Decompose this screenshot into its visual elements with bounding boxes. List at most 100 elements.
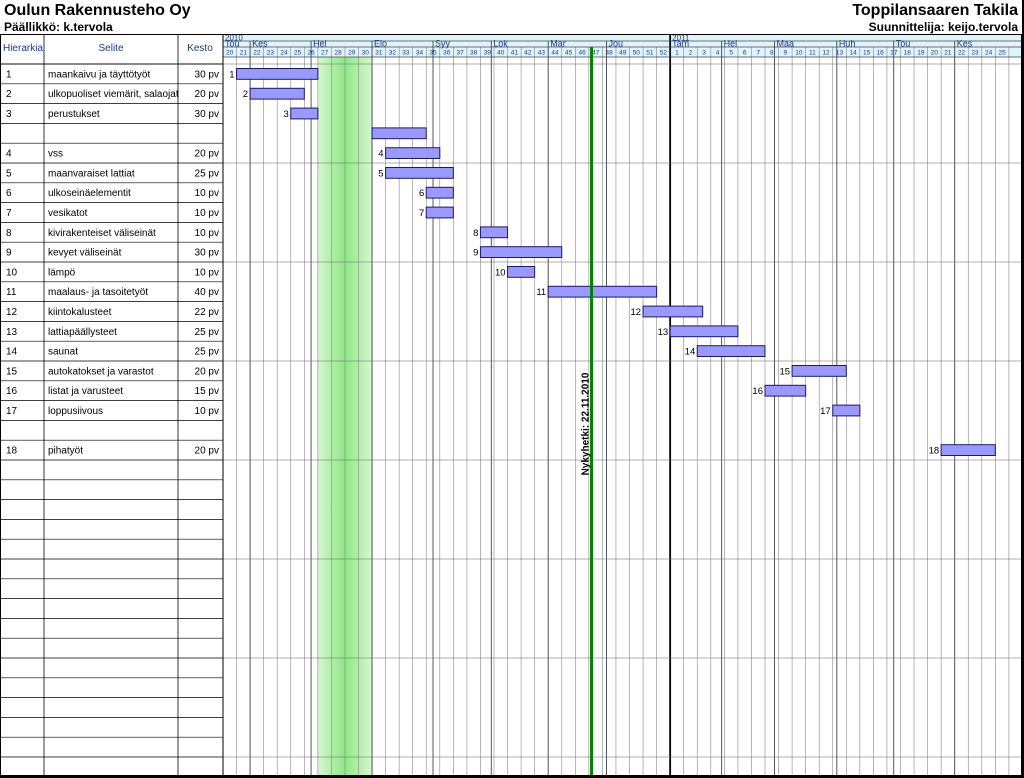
week-label: 13 [836, 50, 844, 57]
task-hierarchy: 4 [6, 149, 12, 160]
task-duration: 20 pv [195, 149, 219, 160]
task-hierarchy: 5 [6, 168, 12, 179]
task-bar-label: 12 [630, 307, 641, 318]
task-name: maankaivu ja täyttötyöt [48, 69, 150, 80]
task-bar-label: 3 [283, 109, 288, 120]
task-name: vesikatot [48, 208, 88, 219]
week-label: 24 [985, 50, 993, 57]
task-name: lattiapäällysteet [48, 327, 117, 338]
task-duration: 10 pv [195, 406, 219, 417]
task-bar [249, 87, 305, 100]
task-name: pihatyöt [48, 446, 83, 457]
week-label: 43 [538, 50, 546, 57]
week-label: 45 [565, 50, 573, 57]
task-hierarchy: 1 [6, 69, 12, 80]
week-label: 47 [592, 50, 600, 57]
week-label: 46 [578, 50, 586, 57]
week-label: 29 [348, 50, 356, 57]
week-label: 39 [484, 50, 492, 57]
week-label: 51 [646, 50, 654, 57]
week-label: 25 [294, 50, 302, 57]
task-duration: 25 pv [195, 327, 219, 338]
gantt-sheet: Oulun Rakennusteho Oy Päällikkö: k.tervo… [0, 0, 1022, 776]
task-bar [425, 206, 454, 219]
week-label: 20 [931, 50, 939, 57]
task-bar [547, 285, 658, 298]
task-duration: 20 pv [195, 89, 219, 100]
week-label: 31 [375, 50, 383, 57]
task-name: kevyet väliseinät [48, 248, 122, 259]
task-name: ulkopuoliset viemärit, salaojat [48, 89, 179, 100]
task-bar [236, 68, 319, 80]
task-bar [290, 107, 319, 120]
week-label: 32 [389, 50, 397, 57]
task-bar-label: 18 [929, 446, 940, 457]
task-name: loppusiivous [48, 406, 103, 417]
week-label: 38 [470, 50, 478, 57]
week-label: 1 [675, 50, 679, 57]
week-label: 37 [457, 50, 465, 57]
task-bar-label: 2 [243, 89, 248, 100]
task-duration: 10 pv [195, 267, 219, 278]
task-bar [371, 127, 427, 140]
week-label: 11 [809, 50, 816, 57]
task-hierarchy: 16 [6, 386, 18, 397]
task-hierarchy: 2 [6, 89, 12, 100]
task-duration: 30 pv [195, 248, 219, 259]
task-hierarchy: 18 [6, 446, 18, 457]
task-bar-label: 14 [685, 347, 696, 358]
task-bar-label: 8 [473, 228, 478, 239]
week-label: 23 [971, 50, 979, 57]
week-label: 52 [660, 50, 668, 57]
task-hierarchy: 14 [6, 347, 18, 358]
task-bar-label: 13 [658, 327, 669, 338]
week-label: 35 [429, 50, 437, 57]
task-name: maanvaraiset lattiat [48, 168, 135, 179]
task-name: kiintokalusteet [48, 307, 112, 318]
task-hierarchy: 13 [6, 327, 18, 338]
week-label: 21 [240, 50, 248, 57]
designer-label: Suunnittelija: keijo.tervola [868, 20, 1018, 34]
week-label: 27 [321, 50, 329, 57]
week-label: 15 [863, 50, 871, 57]
column-header-hierarchy: Hierarkia [3, 43, 43, 54]
task-bar [940, 444, 996, 457]
task-duration: 10 pv [195, 208, 219, 219]
manager-label: Päällikkö: k.tervola [4, 20, 113, 34]
task-hierarchy: 7 [6, 208, 12, 219]
task-bar [696, 345, 766, 358]
week-label: 36 [443, 50, 451, 57]
week-label: 49 [619, 50, 627, 57]
task-bar [764, 384, 807, 397]
task-duration: 15 pv [195, 386, 219, 397]
task-duration: 20 pv [195, 446, 219, 457]
task-name: vss [48, 149, 63, 160]
task-bar [642, 305, 704, 318]
task-bar [479, 226, 509, 239]
project-title: Toppilansaaren Takila [852, 2, 1018, 19]
week-label: 10 [795, 50, 803, 57]
task-name: listat ja varusteet [48, 386, 123, 397]
task-hierarchy: 12 [6, 307, 18, 318]
task-bar-label: 15 [780, 366, 791, 377]
task-bar-label: 16 [752, 386, 763, 397]
task-hierarchy: 3 [6, 109, 12, 120]
task-name: lämpö [48, 267, 76, 278]
task-bar [507, 266, 536, 278]
week-label: 34 [416, 50, 424, 57]
week-label: 18 [904, 50, 912, 57]
task-bar-label: 11 [536, 287, 546, 298]
week-label: 9 [784, 50, 788, 57]
task-bar [479, 246, 563, 258]
company-name: Oulun Rakennusteho Oy [4, 2, 191, 19]
task-hierarchy: 17 [6, 406, 18, 417]
task-name: kivirakenteiset väliseinät [48, 228, 156, 239]
week-label: 26 [307, 50, 315, 57]
task-name: autokatokset ja varastot [48, 366, 154, 377]
task-bar [791, 365, 847, 377]
task-duration: 10 pv [195, 228, 219, 239]
week-label: 7 [756, 50, 760, 57]
task-bar [832, 404, 861, 417]
task-hierarchy: 10 [6, 267, 18, 278]
task-duration: 30 pv [195, 109, 219, 120]
